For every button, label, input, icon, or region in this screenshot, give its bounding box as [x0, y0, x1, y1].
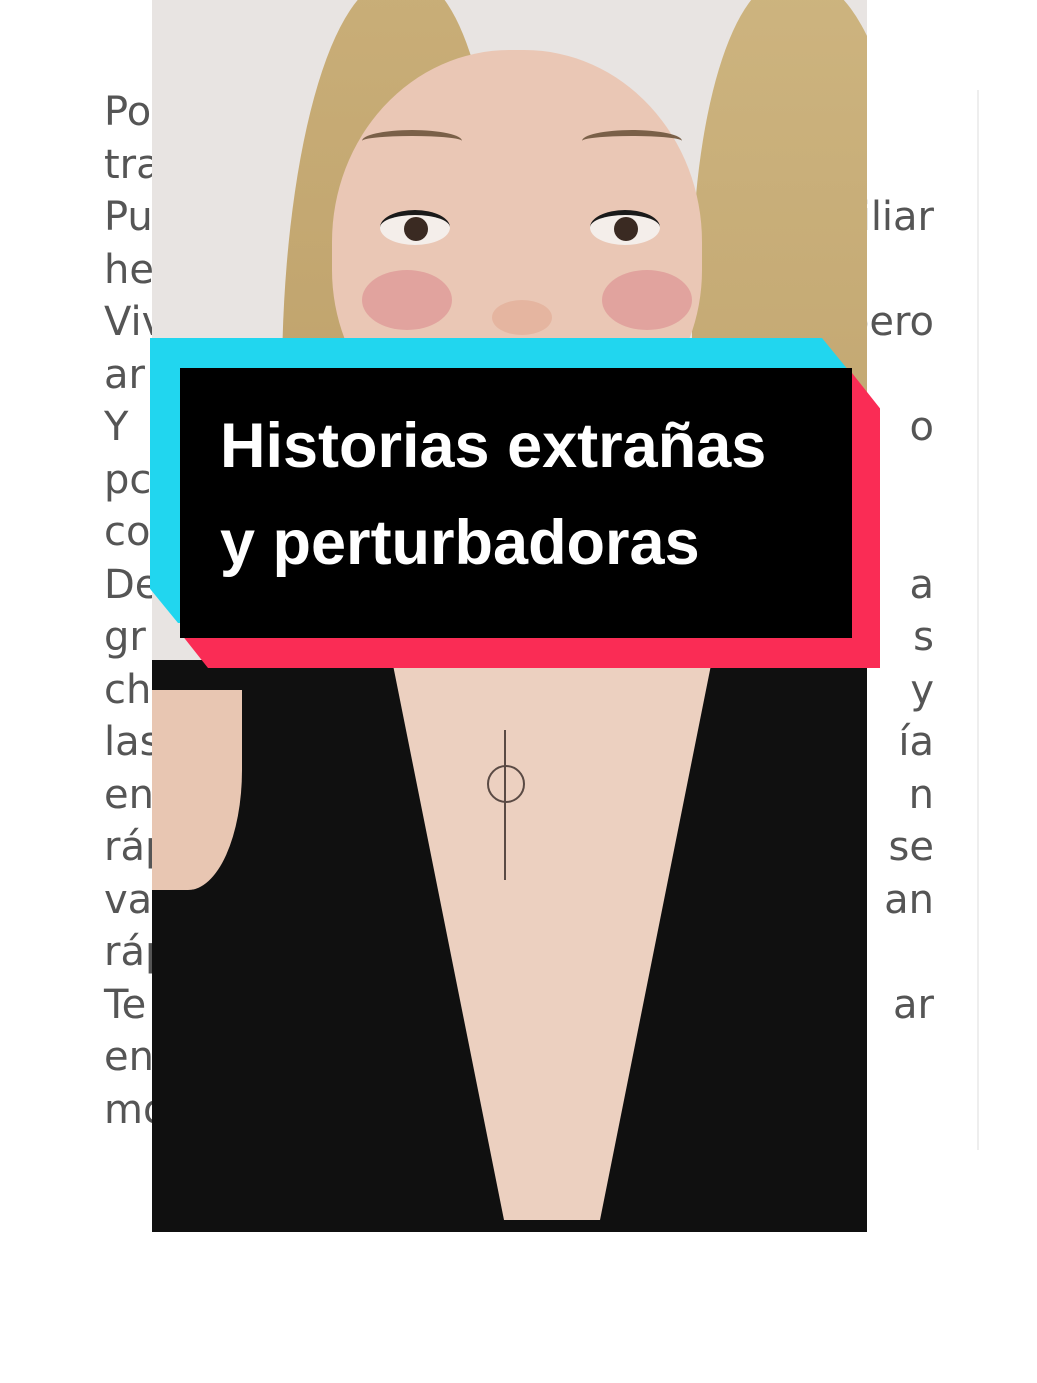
eyebrow-right [582, 130, 682, 152]
document-line-right: ar [893, 981, 934, 1028]
document-line-right: ía [898, 719, 934, 765]
document-line-right: n [908, 771, 934, 818]
document-line-right: an [884, 876, 934, 923]
document-line-left: Te [104, 981, 147, 1028]
banner-title-line-1: Historias extrañas [220, 411, 767, 481]
document-line-left: en [104, 1034, 154, 1080]
cheek-left [362, 270, 452, 330]
document-line-right: o [909, 404, 934, 450]
document-line-left: co [104, 509, 151, 555]
document-line-right: se [888, 824, 934, 870]
eye-left [380, 210, 450, 245]
title-banner: Historias extrañas y perturbadoras [150, 338, 880, 668]
document-line-left: Y [104, 404, 129, 450]
document-line-right: a [909, 561, 934, 608]
document-line-left: en [104, 771, 154, 818]
eye-right [590, 210, 660, 245]
tattoo-line [504, 730, 506, 880]
document-line-left: ch [104, 666, 152, 713]
document-line-left: pc [104, 456, 152, 503]
nose [492, 300, 552, 335]
document-line-left: va [104, 876, 153, 923]
document-edge [977, 90, 979, 1150]
cheek-right [602, 270, 692, 330]
tattoo-sun-icon [487, 765, 525, 803]
document-line-left: ar [104, 351, 145, 398]
banner-title: Historias extrañas y perturbadoras [220, 398, 840, 592]
banner-title-line-2: y perturbadoras [220, 508, 700, 578]
document-line-left: gr [104, 614, 146, 660]
eyebrow-left [362, 130, 462, 152]
document-line-right: s [913, 614, 934, 660]
document-line-right: y [910, 666, 934, 713]
